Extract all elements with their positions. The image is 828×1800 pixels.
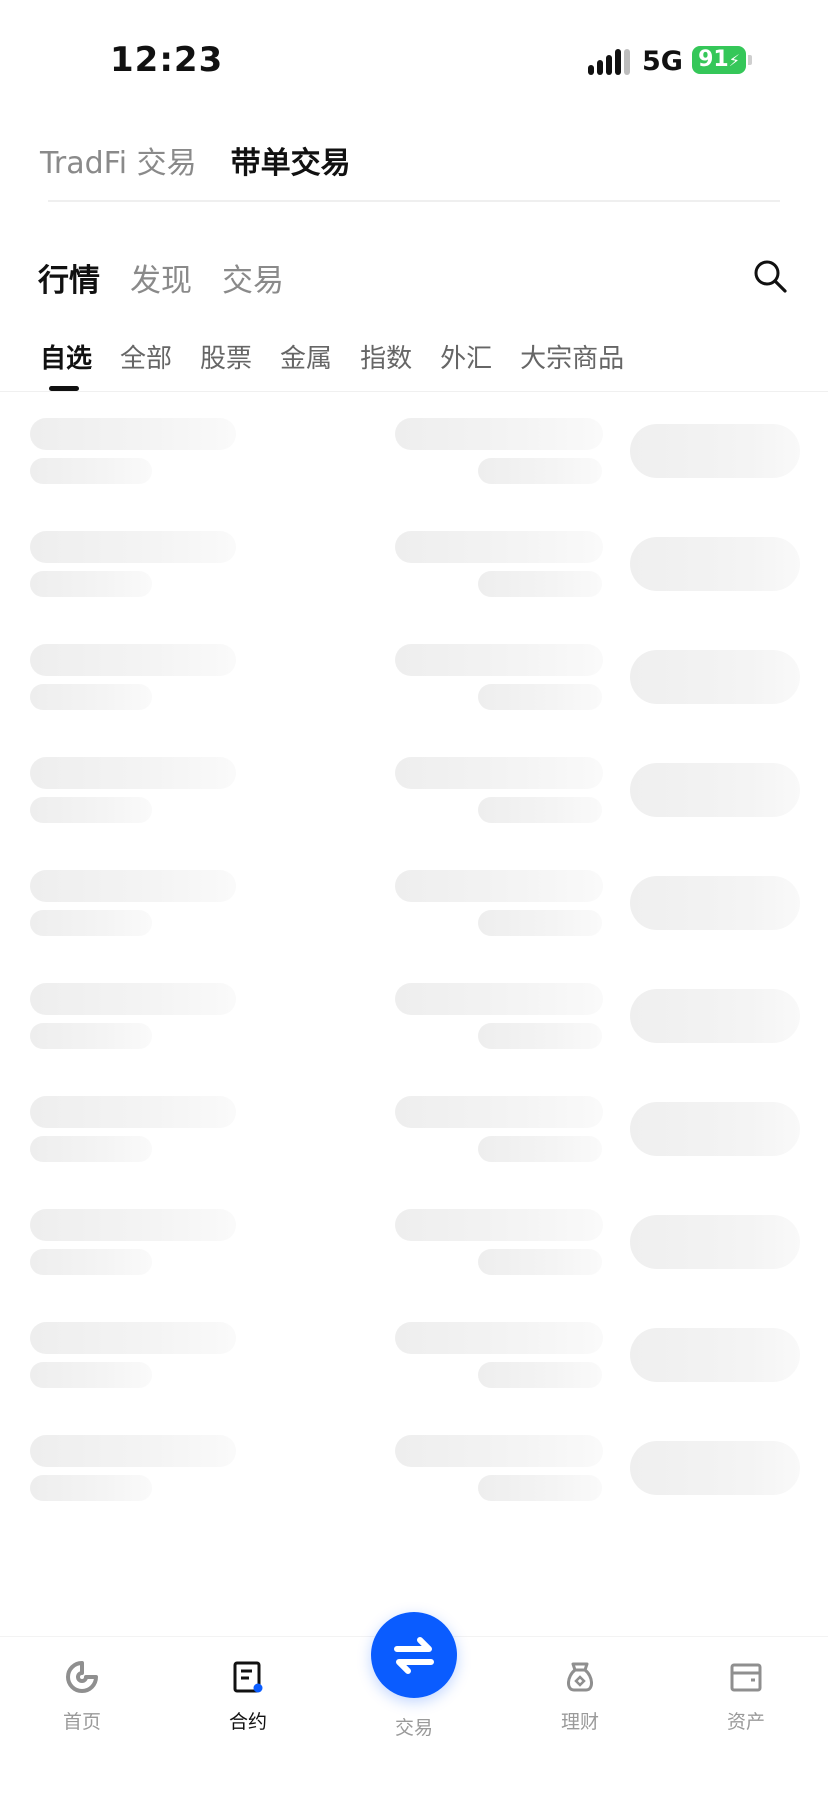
category-tabs: 自选 全部 股票 金属 指数 外汇 大宗商品 [40, 338, 624, 375]
tab-metals[interactable]: 金属 [280, 338, 332, 375]
skeleton-row [0, 1092, 828, 1205]
status-bar: 12:23 5G 91⚡ [0, 0, 828, 120]
contract-icon [233, 1661, 263, 1693]
nav-finance[interactable]: 理财 [530, 1659, 630, 1734]
nav-trade-label: 交易 [394, 1717, 433, 1739]
battery-level: 91 [698, 47, 729, 72]
tab-trade[interactable]: 交易 [222, 255, 284, 300]
battery-cap [748, 55, 752, 65]
tab-forex[interactable]: 外汇 [440, 338, 492, 375]
skeleton-row [0, 866, 828, 979]
nav-assets[interactable]: 资产 [696, 1659, 796, 1734]
skeleton-row [0, 1431, 828, 1544]
battery-icon: 91⚡ [692, 46, 746, 74]
nav-home[interactable]: 首页 [32, 1659, 132, 1734]
skeleton-row [0, 527, 828, 640]
mode-tabs: TradFi 交易 带单交易 [40, 135, 351, 185]
category-divider [0, 391, 828, 392]
home-icon [66, 1661, 98, 1693]
skeleton-row [0, 1318, 828, 1431]
nav-label: 首页 [62, 1711, 101, 1733]
nav-label: 合约 [228, 1711, 267, 1733]
search-icon[interactable] [752, 258, 788, 294]
nav-label: 理财 [560, 1711, 599, 1733]
mode-divider [48, 200, 780, 202]
nav-contract[interactable]: 合约 [198, 1659, 298, 1734]
skeleton-row [0, 753, 828, 866]
tab-tradfi[interactable]: TradFi 交易 [40, 138, 197, 182]
tab-indices[interactable]: 指数 [360, 338, 412, 375]
skeleton-row [0, 414, 828, 527]
wallet-icon [730, 1663, 762, 1692]
tab-stocks[interactable]: 股票 [200, 338, 252, 375]
tab-all[interactable]: 全部 [120, 338, 172, 375]
nav-label: 资产 [726, 1711, 765, 1733]
skeleton-row [0, 640, 828, 753]
tab-copy-trading[interactable]: 带单交易 [231, 138, 351, 182]
signal-icon [588, 47, 630, 75]
main-tabs: 行情 发现 交易 [38, 255, 284, 300]
tab-watchlist[interactable]: 自选 [40, 338, 92, 375]
network-label: 5G [642, 46, 683, 77]
trade-button[interactable] [371, 1612, 457, 1698]
tab-discover[interactable]: 发现 [130, 255, 192, 300]
swap-icon [394, 1637, 434, 1674]
skeleton-row [0, 1205, 828, 1318]
finance-icon [567, 1662, 593, 1692]
tab-commodities[interactable]: 大宗商品 [520, 338, 624, 375]
loading-list [0, 414, 828, 1544]
skeleton-row [0, 979, 828, 1092]
tab-market[interactable]: 行情 [38, 255, 100, 300]
status-time: 12:23 [110, 40, 224, 80]
